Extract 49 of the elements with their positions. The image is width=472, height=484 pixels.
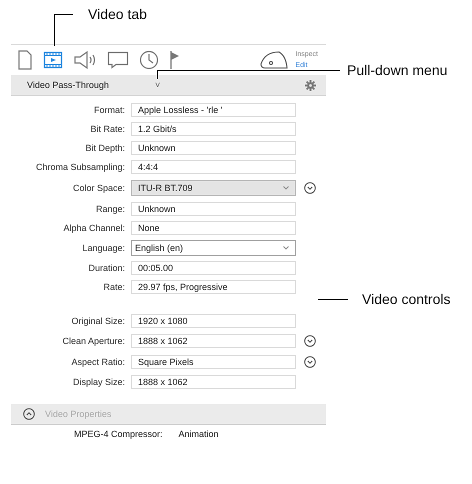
pull-down-menu[interactable]: ˅ xyxy=(155,80,160,90)
text-field[interactable]: Unknown xyxy=(131,202,296,216)
callout-text: Pull-down menu xyxy=(347,62,448,78)
popup-menu[interactable]: ITU-R BT.709 xyxy=(131,180,296,196)
header-title: Video Pass-Through xyxy=(27,80,110,90)
field-label: Chroma Subsampling: xyxy=(34,162,126,172)
chevron-icon xyxy=(283,186,289,190)
video-tab[interactable] xyxy=(43,50,63,70)
caption-tab[interactable] xyxy=(107,50,129,70)
field-label: Original Size: xyxy=(70,316,126,326)
menu-button-icon[interactable] xyxy=(304,335,316,347)
menu-button-icon[interactable] xyxy=(304,182,316,194)
dropdown-menu[interactable]: English (en) xyxy=(131,240,296,256)
section-title: Video Properties xyxy=(45,409,112,419)
field-label: Aspect Ratio: xyxy=(70,357,126,367)
text-field[interactable]: 1.2 Gbit/s xyxy=(131,122,296,136)
text-field[interactable]: 1888 x 1062 xyxy=(131,375,296,389)
text-field[interactable]: 1888 x 1062 xyxy=(131,334,296,348)
field-label: Color Space: xyxy=(72,183,126,193)
field-label: Rate: xyxy=(102,282,126,292)
chevron-icon xyxy=(283,246,289,250)
settings-icon[interactable] xyxy=(305,80,316,90)
field-label: Alpha Channel: xyxy=(62,223,126,233)
field-label: Duration: xyxy=(87,263,126,273)
text-field[interactable]: Square Pixels xyxy=(131,355,296,369)
callout-text: Video tab xyxy=(88,6,147,22)
text-field[interactable]: 1920 x 1080 xyxy=(131,314,296,328)
document-tab[interactable] xyxy=(17,50,33,70)
field-label: Bit Depth: xyxy=(84,143,126,153)
timecode-tab[interactable] xyxy=(139,50,159,70)
field-label: Language: xyxy=(81,243,126,253)
field-label: Clean Aperture: xyxy=(61,336,126,346)
text-field[interactable]: 4:4:4 xyxy=(131,160,296,174)
text-field[interactable]: 29.97 fps, Progressive xyxy=(131,280,296,294)
text-field[interactable]: Apple Lossless - 'rle ' xyxy=(131,103,296,117)
field-label: Display Size: xyxy=(72,377,126,387)
field-label: Bit Rate: xyxy=(89,124,126,134)
field-label: Range: xyxy=(94,204,126,214)
text-field[interactable]: None xyxy=(131,221,296,235)
field-label: Format: xyxy=(92,105,126,115)
text-field[interactable]: Unknown xyxy=(131,141,296,155)
property-label: MPEG-4 Compressor: xyxy=(74,429,163,439)
audio-tab[interactable] xyxy=(73,50,97,70)
marker-tab[interactable] xyxy=(169,50,181,70)
menu-button-icon[interactable] xyxy=(304,356,316,368)
callout-text: Video controls xyxy=(362,291,450,307)
property-value: Animation xyxy=(178,429,219,439)
collapse-icon[interactable] xyxy=(23,408,35,420)
text-field[interactable]: 00:05.00 xyxy=(131,261,296,275)
